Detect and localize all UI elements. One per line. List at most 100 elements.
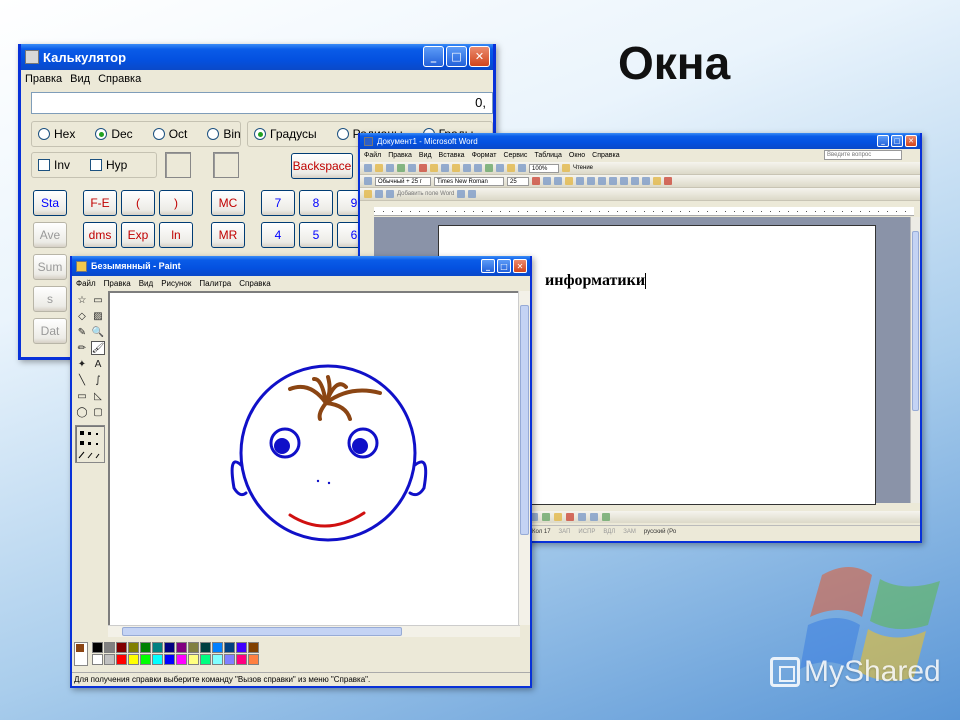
align-center-icon[interactable] [576, 177, 584, 185]
justify-icon[interactable] [598, 177, 606, 185]
bold-icon[interactable] [532, 177, 540, 185]
shadow-icon[interactable] [602, 513, 610, 521]
align-right-icon[interactable] [587, 177, 595, 185]
palette-swatch[interactable] [200, 642, 211, 653]
curve-icon[interactable]: ∫ [91, 373, 105, 387]
palette-swatch[interactable] [104, 642, 115, 653]
palette-swatch[interactable] [92, 642, 103, 653]
word-menu-view[interactable]: Вид [419, 152, 432, 159]
palette-swatch[interactable] [104, 654, 115, 665]
indent-icon[interactable] [642, 177, 650, 185]
palette-swatch[interactable] [248, 654, 259, 665]
line-style-icon[interactable] [590, 513, 598, 521]
reading-button-label[interactable]: Чтение [573, 165, 593, 171]
inv-checkbox[interactable] [38, 159, 50, 171]
line-icon[interactable]: ╲ [75, 373, 89, 387]
text-color-icon[interactable] [578, 513, 586, 521]
save-icon[interactable] [386, 164, 394, 172]
palette-swatch[interactable] [224, 642, 235, 653]
reading-icon[interactable] [562, 164, 570, 172]
preview-icon[interactable] [408, 164, 416, 172]
key-ln[interactable]: ln [159, 222, 193, 248]
close-button[interactable]: ✕ [469, 46, 490, 67]
key-dat[interactable]: Dat [33, 318, 67, 344]
field-icon-3[interactable] [386, 190, 394, 198]
palette-swatch[interactable] [152, 654, 163, 665]
paint-titlebar[interactable]: Безымянный - Paint _ □ ✕ [72, 256, 530, 276]
paint-menu-help[interactable]: Справка [239, 279, 270, 288]
palette-swatch[interactable] [116, 654, 127, 665]
word-minimize-button[interactable]: _ [877, 135, 889, 147]
pencil-icon[interactable]: ✏ [75, 341, 89, 355]
palette-swatch[interactable] [140, 642, 151, 653]
redo-icon[interactable] [474, 164, 482, 172]
key-s[interactable]: s [33, 286, 67, 312]
color-picker-icon[interactable]: ✎ [75, 325, 89, 339]
key-mr[interactable]: MR [211, 222, 245, 248]
line-color-icon[interactable] [566, 513, 574, 521]
paint-menu-file[interactable]: Файл [76, 279, 96, 288]
key-open-paren[interactable]: ( [121, 190, 155, 216]
maximize-button[interactable]: □ [446, 46, 467, 67]
radio-hex[interactable] [38, 128, 50, 140]
key-sta[interactable]: Sta [33, 190, 67, 216]
numbering-icon[interactable] [620, 177, 628, 185]
word-close-button[interactable]: ✕ [905, 135, 917, 147]
menu-view[interactable]: Вид [70, 73, 90, 85]
word-menu-tools[interactable]: Сервис [503, 152, 527, 159]
drawing-icon[interactable] [507, 164, 515, 172]
font-select[interactable]: Times New Roman [434, 176, 504, 186]
paint-close-button[interactable]: ✕ [513, 259, 527, 273]
paint-menu-edit[interactable]: Правка [104, 279, 131, 288]
palette-swatch[interactable] [140, 654, 151, 665]
paint-maximize-button[interactable]: □ [497, 259, 511, 273]
palette-swatch[interactable] [164, 642, 175, 653]
cut-icon[interactable] [430, 164, 438, 172]
current-colors[interactable] [74, 642, 88, 666]
key-dms[interactable]: dms [83, 222, 117, 248]
field-icon[interactable] [364, 190, 372, 198]
copy-icon[interactable] [441, 164, 449, 172]
field-icon-5[interactable] [468, 190, 477, 198]
radio-dec[interactable] [95, 128, 108, 140]
bullets-icon[interactable] [631, 177, 639, 185]
paint-minimize-button[interactable]: _ [481, 259, 495, 273]
palette-swatch[interactable] [164, 654, 175, 665]
paint-hscroll-thumb[interactable] [122, 627, 402, 636]
line-spacing-icon[interactable] [609, 177, 617, 185]
paint-menu-image[interactable]: Рисунок [161, 279, 191, 288]
polygon-icon[interactable]: ◺ [91, 389, 105, 403]
radio-bin[interactable] [207, 128, 220, 140]
hyperlink-icon[interactable] [485, 164, 493, 172]
key-sum[interactable]: Sum [33, 254, 67, 280]
key-5[interactable]: 5 [299, 222, 333, 248]
rectangle-icon[interactable]: ▭ [75, 389, 89, 403]
palette-swatch[interactable] [152, 642, 163, 653]
palette-swatch[interactable] [248, 642, 259, 653]
brush-icon[interactable]: 🖌 [91, 341, 105, 355]
font-size-select[interactable]: 25 [507, 176, 529, 186]
radio-radians[interactable] [336, 128, 349, 140]
menu-edit[interactable]: Правка [25, 73, 62, 85]
radio-oct[interactable] [152, 128, 165, 140]
fill-color-icon[interactable] [554, 513, 562, 521]
magnifier-icon[interactable]: 🔍 [91, 325, 105, 339]
ellipse-icon[interactable]: ◯ [75, 405, 89, 419]
calculator-titlebar[interactable]: Калькулятор _ □ ✕ [21, 44, 493, 70]
brush-options[interactable] [75, 425, 105, 463]
field-icon-2[interactable] [375, 190, 383, 198]
rounded-rect-icon[interactable]: ▢ [91, 405, 105, 419]
word-vertical-scrollbar[interactable] [910, 217, 920, 503]
italic-icon[interactable] [543, 177, 551, 185]
show-marks-icon[interactable] [518, 164, 526, 172]
key-4[interactable]: 4 [261, 222, 295, 248]
paint-menu-colors[interactable]: Палитра [199, 279, 231, 288]
airbrush-icon[interactable]: ✦ [75, 357, 89, 371]
paint-canvas[interactable] [110, 293, 518, 625]
word-maximize-button[interactable]: □ [891, 135, 903, 147]
palette-swatch[interactable] [92, 654, 103, 665]
key-fe[interactable]: F-E [83, 190, 117, 216]
palette-swatch[interactable] [212, 642, 223, 653]
clipart-icon[interactable] [542, 513, 550, 521]
key-exp[interactable]: Exp [121, 222, 155, 248]
